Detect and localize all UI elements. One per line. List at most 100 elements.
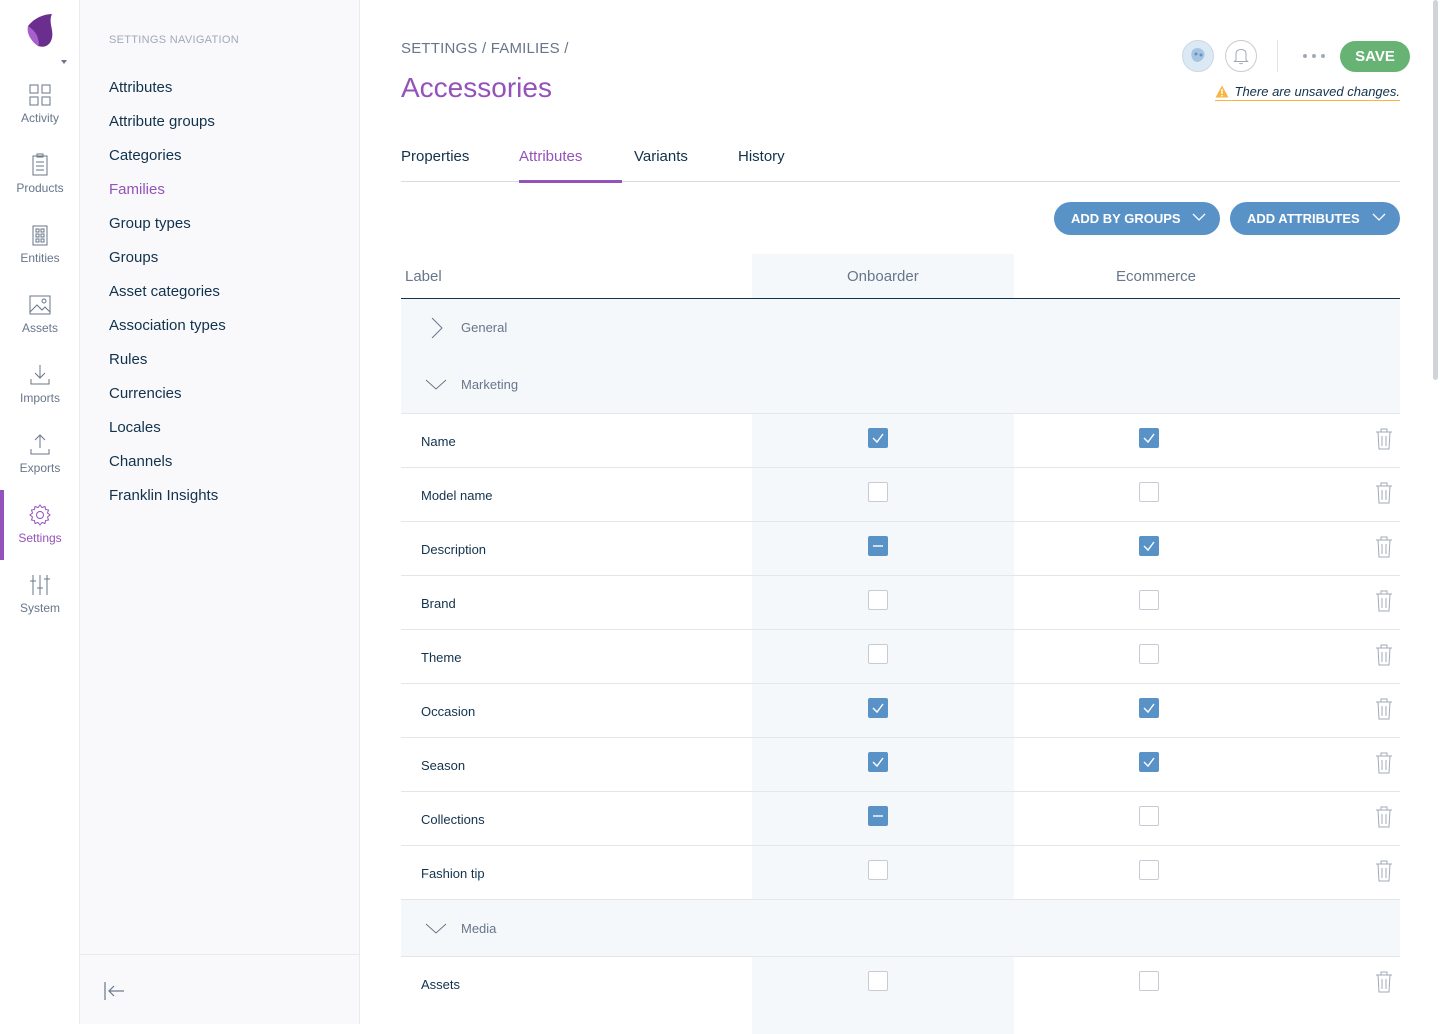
subnav-item-rules[interactable]: Rules <box>109 348 226 382</box>
subnav-item-association-types[interactable]: Association types <box>109 314 226 348</box>
group-row-general[interactable]: General <box>401 299 1400 356</box>
add-attributes-button[interactable]: Add attributes <box>1230 202 1400 235</box>
onboarder-required-checkbox[interactable] <box>868 752 888 772</box>
subnav-item-attribute-groups[interactable]: Attribute groups <box>109 110 226 144</box>
ecommerce-required-checkbox[interactable] <box>1139 482 1159 502</box>
notifications-button[interactable] <box>1225 40 1257 72</box>
ecommerce-required-checkbox[interactable] <box>1139 644 1159 664</box>
trash-icon[interactable] <box>1374 644 1394 666</box>
trash-icon[interactable] <box>1374 860 1394 882</box>
add-by-groups-button[interactable]: Add by groups <box>1054 202 1220 235</box>
trash-icon[interactable] <box>1374 536 1394 558</box>
attribute-label: Assets <box>421 977 461 992</box>
table-row: Assets <box>401 956 1400 1010</box>
settings-navigation: Settings navigation Attributes Attribute… <box>80 0 360 1024</box>
table-row: Occasion <box>401 683 1400 737</box>
rail-item-settings[interactable]: Settings <box>0 490 80 560</box>
ecommerce-required-checkbox[interactable] <box>1139 971 1159 991</box>
subnav-item-asset-categories[interactable]: Asset categories <box>109 280 226 314</box>
ecommerce-required-checkbox[interactable] <box>1139 806 1159 826</box>
checkmark-icon <box>1143 433 1155 444</box>
sliders-icon <box>30 575 50 595</box>
tab-attributes[interactable]: Attributes <box>519 148 623 183</box>
rail-label: Activity <box>20 111 59 125</box>
group-row-marketing[interactable]: Marketing <box>401 356 1400 413</box>
subnav-item-group-types[interactable]: Group types <box>109 212 226 246</box>
rail-label: Products <box>16 181 64 195</box>
attribute-label: Collections <box>421 812 485 827</box>
warning-icon <box>1215 85 1228 98</box>
onboarder-required-checkbox[interactable] <box>868 482 888 502</box>
chevron-down-icon[interactable] <box>425 374 447 396</box>
trash-icon[interactable] <box>1374 806 1394 828</box>
ecommerce-required-checkbox[interactable] <box>1139 536 1159 556</box>
subnav-item-franklin-insights[interactable]: Franklin Insights <box>109 484 226 518</box>
checkmark-icon <box>1143 541 1155 552</box>
user-avatar[interactable] <box>1182 40 1214 72</box>
rail-item-assets[interactable]: Assets <box>0 280 80 350</box>
onboarder-required-checkbox[interactable] <box>868 536 888 556</box>
subnav-item-channels[interactable]: Channels <box>109 450 226 484</box>
rail-item-products[interactable]: Products <box>0 140 80 210</box>
ecommerce-required-checkbox[interactable] <box>1139 428 1159 448</box>
subnav-item-categories[interactable]: Categories <box>109 144 226 178</box>
subnav-item-currencies[interactable]: Currencies <box>109 382 226 416</box>
chevron-down-icon[interactable] <box>425 918 447 940</box>
onboarder-required-checkbox[interactable] <box>868 590 888 610</box>
onboarder-required-checkbox[interactable] <box>868 860 888 880</box>
breadcrumb[interactable]: Settings / Families / <box>401 40 569 57</box>
onboarder-required-checkbox[interactable] <box>868 806 888 826</box>
table-row: Collections <box>401 791 1400 845</box>
trash-icon[interactable] <box>1374 482 1394 504</box>
table-row: Model name <box>401 467 1400 521</box>
chevron-down-icon <box>1372 213 1386 221</box>
onboarder-required-checkbox[interactable] <box>868 971 888 991</box>
attribute-label: Description <box>421 542 487 557</box>
subnav-item-locales[interactable]: Locales <box>109 416 226 450</box>
page-scrollbar[interactable] <box>1433 0 1438 380</box>
rail-item-activity[interactable]: Activity <box>0 70 80 140</box>
group-label: Marketing <box>461 377 519 392</box>
akeneo-logo[interactable] <box>20 12 60 52</box>
ecommerce-required-checkbox[interactable] <box>1139 752 1159 772</box>
collapse-panel-icon[interactable] <box>102 979 126 1003</box>
table-row: Description <box>401 521 1400 575</box>
logo-menu-caret-icon[interactable] <box>61 60 67 64</box>
attribute-label: Occasion <box>421 704 476 719</box>
column-header-ecommerce: Ecommerce <box>1116 268 1197 285</box>
chevron-right-icon[interactable] <box>425 317 447 339</box>
attribute-label: Brand <box>421 596 456 611</box>
onboarder-required-checkbox[interactable] <box>868 698 888 718</box>
more-options-icon[interactable] <box>1299 44 1329 68</box>
trash-icon[interactable] <box>1374 698 1394 720</box>
tab-variants[interactable]: Variants <box>634 148 688 182</box>
subnav-item-groups[interactable]: Groups <box>109 246 226 280</box>
trash-icon[interactable] <box>1374 590 1394 612</box>
avatar-image-icon <box>1191 48 1205 62</box>
subnav-footer <box>80 954 359 1024</box>
trash-icon[interactable] <box>1374 971 1394 993</box>
header-divider <box>1277 40 1278 72</box>
trash-icon[interactable] <box>1374 428 1394 450</box>
ecommerce-required-checkbox[interactable] <box>1139 590 1159 610</box>
bell-icon <box>1233 48 1249 65</box>
ecommerce-required-checkbox[interactable] <box>1139 698 1159 718</box>
family-tabs: Properties Attributes Variants History <box>401 148 1400 183</box>
rail-item-exports[interactable]: Exports <box>0 420 80 490</box>
ecommerce-required-checkbox[interactable] <box>1139 860 1159 880</box>
rail-item-imports[interactable]: Imports <box>0 350 80 420</box>
onboarder-required-checkbox[interactable] <box>868 428 888 448</box>
page-title: Accessories <box>401 72 552 103</box>
group-row-media[interactable]: Media <box>401 899 1400 956</box>
tab-history[interactable]: History <box>738 148 785 182</box>
checkmark-icon <box>872 757 884 768</box>
subnav-item-attributes[interactable]: Attributes <box>109 76 226 110</box>
subnav-item-families[interactable]: Families <box>109 178 226 212</box>
tab-properties[interactable]: Properties <box>401 148 469 182</box>
rail-item-entities[interactable]: Entities <box>0 210 80 280</box>
rail-item-system[interactable]: System <box>0 560 80 630</box>
save-button[interactable]: Save <box>1340 41 1410 72</box>
trash-icon[interactable] <box>1374 752 1394 774</box>
column-header-label: Label <box>405 268 442 285</box>
onboarder-required-checkbox[interactable] <box>868 644 888 664</box>
